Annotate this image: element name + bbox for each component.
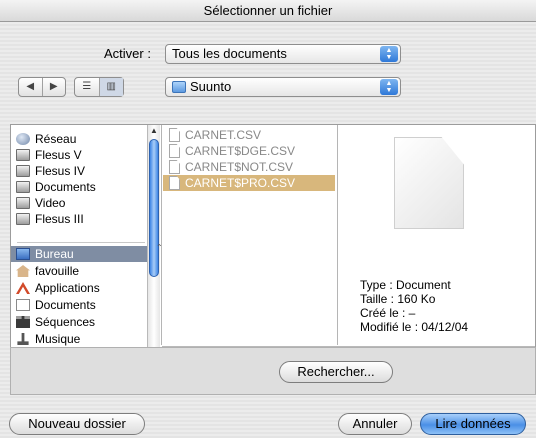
file-browser: Réseau Flesus V Flesus IV Documents Video Fle… — [10, 124, 536, 360]
sidebar-item-label: Réseau — [35, 132, 77, 146]
window-title: Sélectionner un fichier — [203, 3, 333, 18]
search-area: Rechercher... — [10, 347, 536, 395]
list-view-button[interactable]: ☰ — [75, 78, 99, 96]
desktop-icon — [16, 248, 30, 260]
sidebar-item-label: Flesus III — [35, 212, 84, 226]
disk-icon — [16, 149, 30, 161]
movies-icon — [16, 316, 30, 328]
file-column: CARNET.CSV CARNET$DGE.CSV CARNET$NOT.CSV CA… — [162, 125, 337, 345]
file-name: CARNET$PRO.CSV — [185, 176, 296, 190]
sidebar-divider — [17, 242, 145, 243]
document-icon — [169, 128, 180, 142]
preview-pane: Type : Document Taille : 160 Ko Créé le … — [338, 125, 535, 345]
sidebar-item-label: Video — [35, 196, 66, 210]
popup-arrows-icon: ▲ ▼ — [380, 46, 398, 62]
sidebar-item-label: Applications — [35, 281, 100, 295]
file-info: Type : Document Taille : 160 Ko Créé le … — [360, 278, 468, 334]
network-icon — [16, 133, 30, 145]
open-button[interactable]: Lire données — [420, 413, 526, 435]
sidebar-item[interactable]: Réseau — [11, 131, 147, 147]
sidebar-item[interactable]: Bureau — [11, 246, 147, 262]
sidebar-item[interactable]: Video — [11, 195, 147, 211]
back-button[interactable]: ◀ — [19, 78, 42, 96]
disk-icon — [16, 165, 30, 177]
sidebar-item[interactable]: favouille — [11, 263, 147, 279]
disk-icon — [16, 213, 30, 225]
disk-icon — [16, 197, 30, 209]
sidebar-item[interactable]: Documents — [11, 297, 147, 313]
file-name: CARNET$DGE.CSV — [185, 144, 296, 158]
file-row[interactable]: CARNET$NOT.CSV — [163, 159, 335, 175]
cancel-button[interactable]: Annuler — [338, 413, 412, 435]
sidebar-item-label: Musique — [35, 332, 81, 346]
file-row[interactable]: CARNET$DGE.CSV — [163, 143, 335, 159]
sidebar-item[interactable]: Séquences — [11, 314, 147, 330]
file-created: Créé le : – — [360, 306, 416, 320]
popup-arrows-icon: ▲ ▼ — [380, 79, 398, 95]
document-preview-icon — [394, 137, 464, 229]
home-icon — [16, 265, 30, 277]
forward-button[interactable]: ▶ — [41, 78, 66, 96]
file-dialog: Activer : Tous les documents ▲ ▼ ◀ ▶ ☰ ▥ … — [0, 22, 536, 438]
document-icon — [169, 160, 180, 174]
new-folder-button[interactable]: Nouveau dossier — [9, 413, 145, 435]
sidebar-item-label: Bureau — [35, 247, 74, 261]
sidebar-item[interactable]: Flesus IV — [11, 163, 147, 179]
sidebar-item-label: Flesus V — [35, 148, 82, 162]
disk-icon — [16, 181, 30, 193]
location-value: Suunto — [190, 79, 232, 94]
sidebar-item-label: Séquences — [35, 315, 96, 329]
column-view-button[interactable]: ▥ — [98, 78, 123, 96]
document-icon — [169, 176, 180, 190]
search-button[interactable]: Rechercher... — [279, 361, 393, 383]
applications-icon — [16, 282, 30, 294]
sidebar-item[interactable]: Documents — [11, 179, 147, 195]
sidebar-scrollbar[interactable]: ▲ ▼ — [147, 125, 160, 359]
file-row[interactable]: CARNET.CSV — [163, 127, 335, 143]
filter-label: Activer : — [104, 46, 151, 61]
sidebar-item-label: favouille — [35, 264, 80, 278]
title-bar: Sélectionner un fichier — [0, 0, 536, 22]
sidebar-item-label: Documents — [35, 298, 96, 312]
sidebar-item[interactable]: Flesus V — [11, 147, 147, 163]
back-forward-control: ◀ ▶ — [18, 77, 66, 97]
file-name: CARNET$NOT.CSV — [185, 160, 294, 174]
file-name: CARNET.CSV — [185, 128, 262, 142]
sidebar-item-label: Documents — [35, 180, 96, 194]
sidebar-item[interactable]: Musique — [11, 331, 147, 347]
file-modified: Modifié le : 04/12/04 — [360, 320, 469, 334]
location-popup[interactable]: Suunto ▲ ▼ — [165, 77, 401, 97]
folder-icon — [172, 81, 186, 93]
file-type: Type : Document — [360, 278, 451, 292]
sidebar-scroll-thumb[interactable] — [149, 139, 159, 277]
sidebar: Réseau Flesus V Flesus IV Documents Video Fle… — [11, 125, 161, 359]
file-size: Taille : 160 Ko — [360, 292, 436, 306]
filter-value: Tous les documents — [172, 46, 287, 61]
sidebar-item-label: Flesus IV — [35, 164, 86, 178]
scroll-up-icon[interactable]: ▲ — [148, 126, 160, 135]
documents-icon — [16, 299, 30, 311]
view-mode-control: ☰ ▥ — [74, 77, 124, 97]
document-icon — [169, 144, 180, 158]
filter-popup[interactable]: Tous les documents ▲ ▼ — [165, 44, 401, 64]
sidebar-item[interactable]: Flesus III — [11, 211, 147, 227]
sidebar-item[interactable]: Applications — [11, 280, 147, 296]
file-row[interactable]: CARNET$PRO.CSV — [163, 175, 335, 191]
music-icon — [17, 333, 29, 345]
